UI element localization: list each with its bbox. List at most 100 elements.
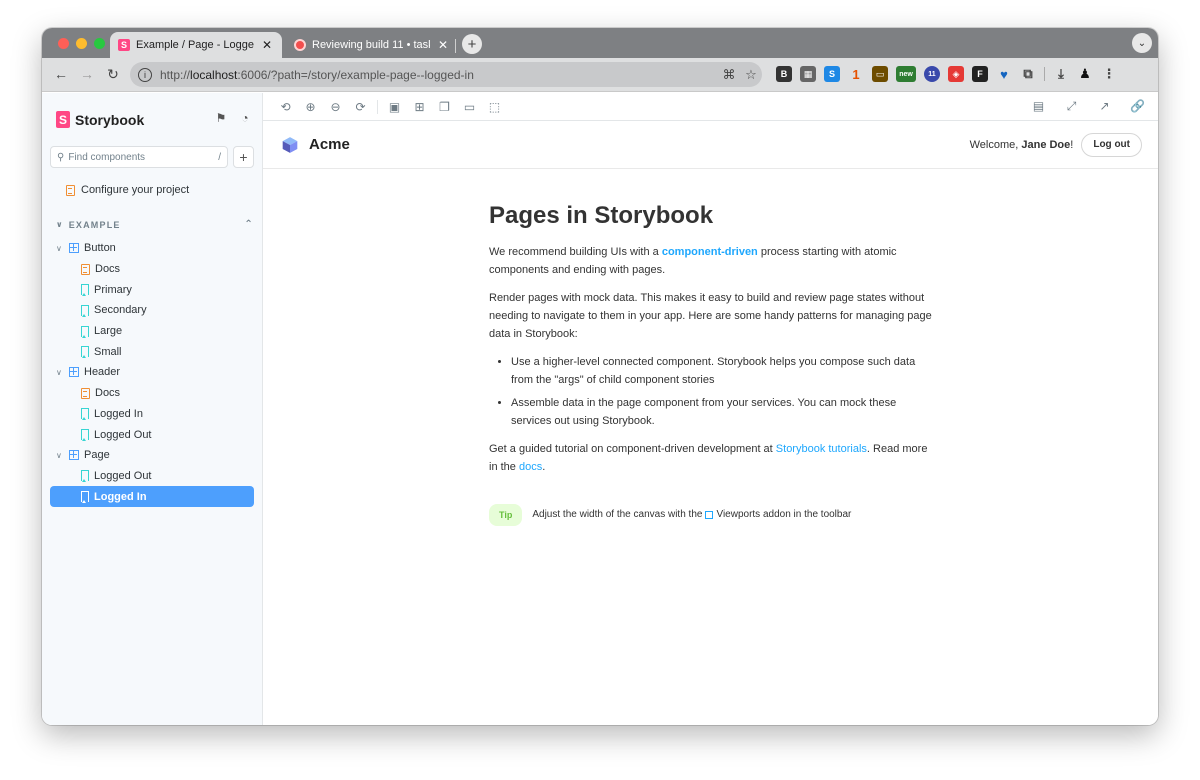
sidebar-item-button-docs[interactable]: Docs <box>50 259 254 280</box>
page-content: Pages in Storybook We recommend building… <box>489 201 937 526</box>
chevron-down-icon: ∨ <box>56 220 64 229</box>
viewport-icon[interactable]: ❐ <box>432 100 457 114</box>
url-text[interactable]: http://localhost:6006/?path=/story/examp… <box>160 68 718 82</box>
sidebar-item-header-docs[interactable]: Docs <box>50 383 254 404</box>
profile-avatar-icon[interactable]: ♟ <box>1077 66 1093 82</box>
bookmark-star-icon[interactable]: ☆ <box>740 67 762 83</box>
sidebar-item-button-primary[interactable]: Primary <box>50 279 254 300</box>
qr-extension-icon[interactable]: ▦ <box>800 66 816 82</box>
close-tab-icon[interactable]: ✕ <box>436 38 450 52</box>
list-item: Use a higher-level connected component. … <box>511 353 937 389</box>
toolbar-divider <box>377 99 378 114</box>
storybook-favicon-icon: S <box>118 39 130 51</box>
search-box[interactable]: ⚲ / <box>50 146 228 168</box>
copy-link-icon[interactable]: 🔗 <box>1125 99 1150 114</box>
storybook-tutorials-link[interactable]: Storybook tutorials <box>776 443 867 455</box>
url-path: :6006/?path=/story/example-page--logged-… <box>237 67 474 82</box>
puzzle-extensions-icon[interactable]: ⧉ <box>1020 66 1036 82</box>
toolbar-divider <box>1044 67 1045 81</box>
sidebar-item-page-logged-out[interactable]: Logged Out <box>50 466 254 487</box>
browser-window: S Example / Page - Logged In - ✕ Reviewi… <box>42 28 1158 725</box>
intro-paragraph: We recommend building UIs with a compone… <box>489 243 937 279</box>
configure-label: Configure your project <box>81 184 190 196</box>
figma-extension-icon[interactable]: F <box>972 66 988 82</box>
component-driven-link[interactable]: component-driven <box>662 246 758 258</box>
whats-new-icon[interactable]: ⚑ <box>214 111 228 125</box>
section-example[interactable]: ∨ EXAMPLE ⌃ <box>56 219 254 230</box>
s-extension-icon[interactable]: S <box>824 66 840 82</box>
new-tab-button[interactable]: + <box>462 34 482 54</box>
sidebar-item-label: Logged In <box>94 407 143 420</box>
zoom-reset-icon[interactable]: ⟳ <box>348 100 373 114</box>
download-icon[interactable]: ⤓ <box>1053 66 1069 82</box>
kebab-menu-icon[interactable]: ⋮ <box>1101 66 1117 82</box>
minimize-window-button[interactable] <box>76 38 87 49</box>
tab-title: Example / Page - Logged In - <box>136 39 254 51</box>
address-bar[interactable]: i http://localhost:6006/?path=/story/exa… <box>130 62 762 87</box>
site-info-icon[interactable]: i <box>138 67 152 82</box>
card-extension-icon[interactable]: ▭ <box>872 66 888 82</box>
translate-icon[interactable]: ⌘ <box>718 67 740 83</box>
tab-storybook[interactable]: S Example / Page - Logged In - ✕ <box>110 32 282 58</box>
docs-link[interactable]: docs <box>519 461 542 473</box>
zoom-out-icon[interactable]: ⊖ <box>323 100 348 114</box>
chevron-down-icon: ∨ <box>56 243 62 253</box>
component-icon <box>69 243 79 254</box>
collapse-all-icon[interactable]: ⌃ <box>244 219 254 230</box>
sidebar-item-header-logged-in[interactable]: Logged In <box>50 404 254 425</box>
tab-strip: S Example / Page - Logged In - ✕ Reviewi… <box>42 28 1158 58</box>
new-extension-icon[interactable]: new <box>896 66 916 82</box>
zoom-in-icon[interactable]: ⊕ <box>298 100 323 114</box>
maximize-window-button[interactable] <box>94 38 105 49</box>
list-item: Assemble data in the page component from… <box>511 394 937 430</box>
sidebar-item-header[interactable]: ∨ Header <box>50 362 254 383</box>
bold-extension-icon[interactable]: B <box>776 66 792 82</box>
open-new-tab-icon[interactable]: ↗ <box>1092 99 1117 114</box>
measure-icon[interactable]: ▭ <box>457 100 482 114</box>
tab-search-button[interactable]: ⌄ <box>1132 33 1152 53</box>
one-extension-icon[interactable]: 1 <box>848 66 864 82</box>
component-icon <box>69 367 79 378</box>
badge-extension-icon[interactable]: 11 <box>924 66 940 82</box>
preview-area: ⟲ ⊕ ⊖ ⟳ ▣ ⊞ ❐ ▭ ⬚ ▤ ⤢ ↗ 🔗 Acme Welcome, … <box>263 93 1158 725</box>
sidebar-item-header-logged-out[interactable]: Logged Out <box>50 424 254 445</box>
heart-extension-icon[interactable]: ♥ <box>996 66 1012 82</box>
grid-icon[interactable]: ⊞ <box>407 100 432 114</box>
sidebar-item-button-secondary[interactable]: Secondary <box>50 300 254 321</box>
configure-project-link[interactable]: Configure your project <box>66 184 189 196</box>
reload-icon[interactable]: ↻ <box>102 66 124 83</box>
background-icon[interactable]: ▣ <box>382 100 407 114</box>
sidebar-item-label: Secondary <box>94 304 147 317</box>
remount-icon[interactable]: ⟲ <box>273 100 298 114</box>
welcome-suffix: ! <box>1070 138 1074 151</box>
tip-row: Tip Adjust the width of the canvas with … <box>489 504 937 526</box>
sidebar-item-label: Logged Out <box>94 469 152 482</box>
close-tab-icon[interactable]: ✕ <box>260 38 274 52</box>
forward-arrow-icon[interactable]: → <box>76 66 98 83</box>
back-arrow-icon[interactable]: ← <box>50 66 72 83</box>
sidebar-item-page[interactable]: ∨ Page <box>50 445 254 466</box>
acme-brand: Acme <box>309 136 350 153</box>
sidebar-item-page-logged-in[interactable]: Logged In <box>50 486 254 507</box>
tip-text: Viewports addon in the toolbar <box>716 509 852 520</box>
sidebar-item-label: Docs <box>95 263 121 276</box>
sidebar-item-label: Header <box>84 366 121 379</box>
storybook-brand[interactable]: S Storybook <box>56 111 144 128</box>
user-name: Jane Doe <box>1021 138 1071 151</box>
search-input[interactable] <box>68 151 215 163</box>
close-window-button[interactable] <box>58 38 69 49</box>
tab-chromatic[interactable]: Reviewing build 11 • taskbox ✕ <box>286 32 458 58</box>
red-extension-icon[interactable]: ◈ <box>948 66 964 82</box>
sidebar-item-button[interactable]: ∨ Button <box>50 238 254 259</box>
document-icon <box>81 387 90 399</box>
addons-panel-icon[interactable]: ▤ <box>1026 99 1051 114</box>
settings-icon[interactable]: ◔ <box>238 111 252 125</box>
patterns-list: Use a higher-level connected component. … <box>511 353 937 430</box>
document-icon <box>81 263 90 275</box>
outline-icon[interactable]: ⬚ <box>482 100 507 114</box>
sidebar-item-button-small[interactable]: Small <box>50 341 254 362</box>
create-story-button[interactable]: + <box>233 146 254 168</box>
sidebar-item-button-large[interactable]: Large <box>50 321 254 342</box>
logout-button[interactable]: Log out <box>1081 132 1142 157</box>
fullscreen-icon[interactable]: ⤢ <box>1059 99 1084 114</box>
